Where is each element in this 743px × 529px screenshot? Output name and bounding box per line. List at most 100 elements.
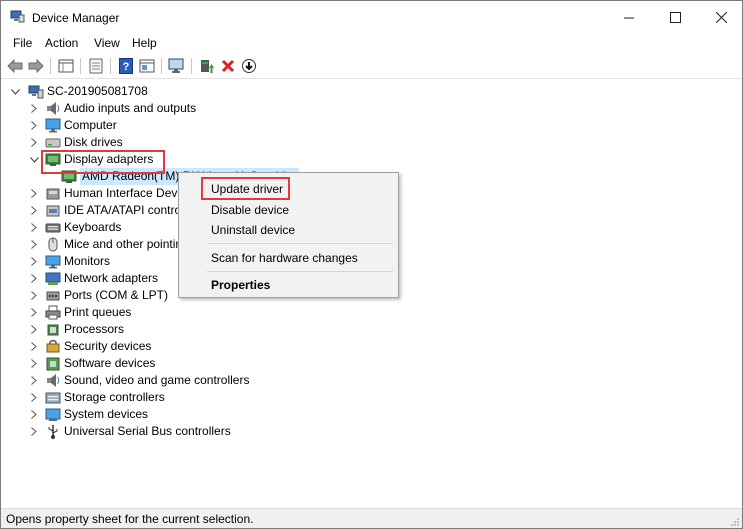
category-label: Disk drives [64,135,123,149]
chevron-right-icon[interactable] [29,100,39,117]
sound-icon [47,374,60,387]
uninstall-device-menu-item[interactable]: Uninstall device [211,223,295,237]
chevron-right-icon[interactable] [29,338,39,355]
hid-icon [46,188,60,200]
context-menu-separator [207,271,393,272]
view-button[interactable] [138,57,156,75]
monitor-icon [168,58,184,73]
menu-action[interactable]: Action [45,36,78,50]
chevron-right-icon[interactable] [29,219,39,236]
context-menu-separator [207,243,393,244]
chevron-right-icon[interactable] [29,355,39,372]
network-icon [45,272,61,285]
toolbar-separator [110,58,111,74]
toolbar-separator [191,58,192,74]
maximize-button[interactable] [652,1,698,33]
chevron-right-icon[interactable] [29,134,39,151]
chevron-right-icon[interactable] [29,372,39,389]
tree-category-row[interactable]: Universal Serial Bus controllers [1,423,742,440]
close-button[interactable] [698,1,742,33]
status-bar: Opens property sheet for the current sel… [1,508,742,528]
chevron-right-icon[interactable] [29,236,39,253]
properties-button[interactable] [57,57,75,75]
uninstall-button[interactable] [219,57,237,75]
tree-category-row[interactable]: Audio inputs and outputs [1,100,742,117]
show-hidden-button[interactable] [87,57,105,75]
resize-grip-icon[interactable] [730,517,740,527]
title-bar[interactable]: Device Manager [1,1,742,33]
chevron-right-icon[interactable] [29,270,39,287]
help-button[interactable]: ? [117,57,135,75]
device-manager-app-icon [10,10,25,23]
toolbar: ? [1,54,742,79]
disable-device-menu-item[interactable]: Disable device [211,203,289,217]
chevron-right-icon[interactable] [29,185,39,202]
category-label: Audio inputs and outputs [64,101,197,115]
menu-help[interactable]: Help [132,36,157,50]
tree-category-row[interactable]: Software devices [1,355,742,372]
category-label: Software devices [64,356,156,370]
category-label: Display adapters [64,152,154,166]
enable-device-button[interactable] [240,57,258,75]
chevron-right-icon[interactable] [29,117,39,134]
chevron-down-icon[interactable] [10,83,20,100]
back-button[interactable] [6,57,24,75]
port-icon [46,291,60,301]
update-driver-menu-item[interactable]: Update driver [211,182,283,196]
chevron-right-icon[interactable] [29,423,39,440]
svg-text:?: ? [123,61,130,73]
chevron-right-icon[interactable] [29,406,39,423]
computer-root-icon [28,85,44,99]
toolbar-separator [161,58,162,74]
scan-hardware-button[interactable] [168,57,186,75]
tree-category-row[interactable]: Storage controllers [1,389,742,406]
tree-category-row[interactable]: Disk drives [1,134,742,151]
system-icon [45,408,61,421]
tree-category-row[interactable]: Display adapters [1,151,742,168]
chevron-right-icon[interactable] [29,253,39,270]
tree-root-label: SC-201905081708 [47,84,148,98]
computer-icon [45,118,61,133]
tree-category-row[interactable]: Print queues [1,304,742,321]
back-icon [7,59,23,73]
speaker-icon [47,102,60,115]
category-label: Security devices [64,339,152,353]
tree-category-row[interactable]: Processors [1,321,742,338]
chevron-right-icon[interactable] [29,304,39,321]
forward-button[interactable] [27,57,45,75]
category-label: Keyboards [64,220,122,234]
tree-root[interactable]: SC-201905081708 [1,83,301,100]
display-adapter-icon [45,153,61,166]
status-text: Opens property sheet for the current sel… [6,512,254,526]
help-icon: ? [119,58,133,74]
maximize-icon [669,11,681,23]
tree-category-row[interactable]: Security devices [1,338,742,355]
chevron-right-icon[interactable] [29,321,39,338]
minimize-button[interactable] [606,1,652,33]
chevron-right-icon[interactable] [29,287,39,304]
category-label: Universal Serial Bus controllers [64,424,231,438]
context-menu: Update driver Disable device Uninstall d… [178,172,399,298]
tree-category-row[interactable]: System devices [1,406,742,423]
menu-view[interactable]: View [94,36,120,50]
tree-category-row[interactable]: Sound, video and game controllers [1,372,742,389]
mouse-icon [48,237,58,252]
toolbar-separator [80,58,81,74]
minimize-icon [623,17,634,18]
disk-icon [45,138,61,148]
tree-category-row[interactable]: Computer [1,117,742,134]
properties-menu-item[interactable]: Properties [211,278,270,292]
processor-icon [47,324,59,336]
scan-hardware-menu-item[interactable]: Scan for hardware changes [211,251,358,265]
menu-bar: File Action View Help [1,33,742,53]
category-label: Sound, video and game controllers [64,373,250,387]
chevron-right-icon[interactable] [29,389,39,406]
chevron-right-icon[interactable] [29,202,39,219]
menu-file[interactable]: File [13,36,32,50]
window-title: Device Manager [32,11,120,25]
properties-icon [58,59,74,73]
chevron-down-icon[interactable] [29,151,39,168]
category-label: Processors [64,322,125,336]
device-manager-window: Device Manager File Action View Help ? S… [0,0,743,529]
update-driver-button[interactable] [198,57,216,75]
